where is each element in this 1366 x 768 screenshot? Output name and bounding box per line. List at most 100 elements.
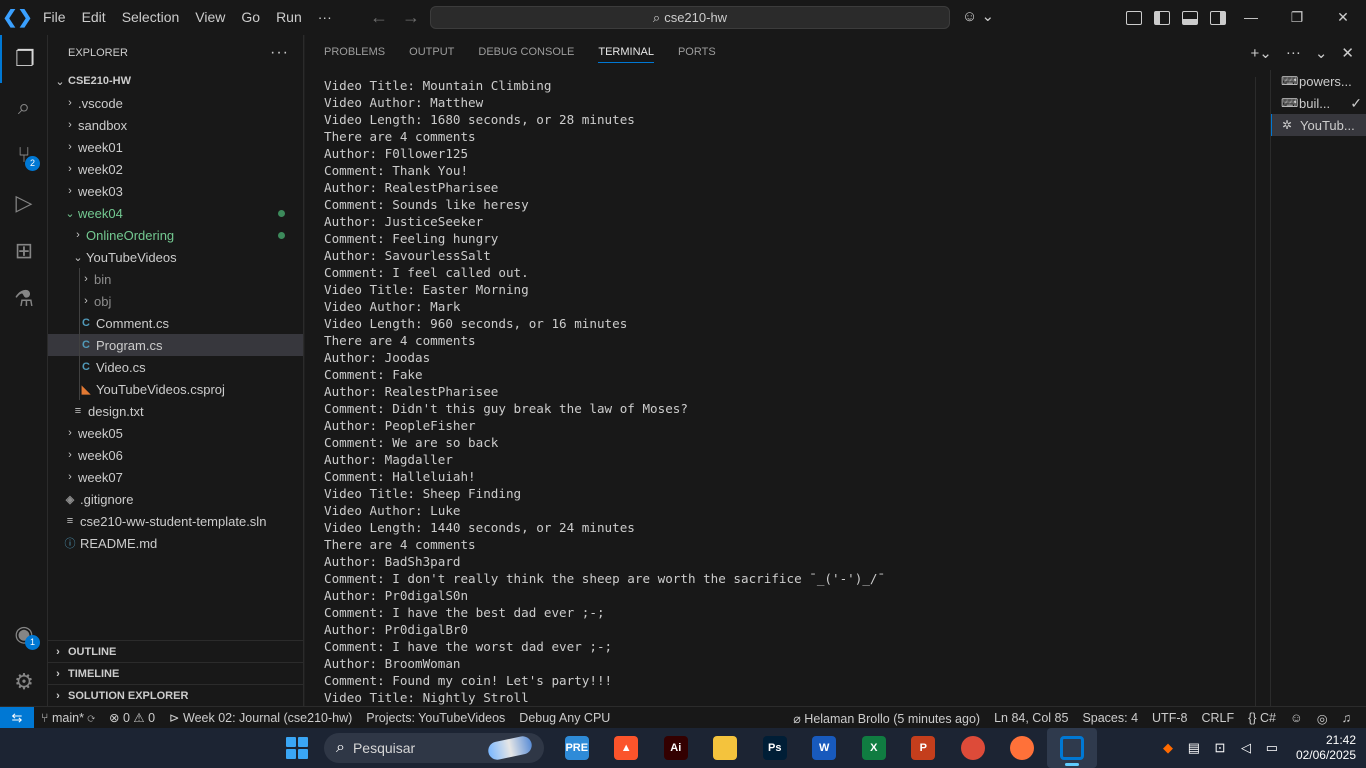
menu-file[interactable]: File bbox=[35, 0, 74, 35]
taskbar-app[interactable] bbox=[701, 728, 751, 768]
search-view-icon[interactable]: ⌕ bbox=[0, 83, 48, 131]
taskbar-app[interactable] bbox=[948, 728, 998, 768]
git-blame[interactable]: ⌀ Helaman Brollo (5 minutes ago) bbox=[786, 711, 987, 726]
taskbar-app[interactable]: PRE bbox=[552, 728, 602, 768]
tab-problems[interactable]: PROBLEMS bbox=[324, 35, 385, 70]
debug-config-status[interactable]: Debug Any CPU bbox=[512, 711, 617, 725]
tree-folder-youtubevideos[interactable]: ⌄ YouTubeVideos bbox=[48, 246, 303, 268]
terminal-tab-build[interactable]: ⌨ buil... ✓ bbox=[1271, 92, 1366, 114]
tree-folder-sandbox[interactable]: › sandbox bbox=[48, 114, 303, 136]
minimize-icon[interactable]: — bbox=[1228, 0, 1274, 35]
menu-more[interactable]: ··· bbox=[310, 0, 340, 35]
terminal-scrollbar[interactable] bbox=[1255, 77, 1256, 706]
explorer-icon[interactable]: ❐ bbox=[0, 35, 48, 83]
battery-icon[interactable]: ▭ bbox=[1264, 740, 1280, 756]
menu-run[interactable]: Run bbox=[268, 0, 310, 35]
menu-go[interactable]: Go bbox=[233, 0, 268, 35]
timeline-section[interactable]: › TIMELINE bbox=[48, 662, 304, 684]
extensions-icon[interactable]: ⊞ bbox=[0, 227, 48, 275]
copilot-status-icon[interactable]: ☺ bbox=[1283, 711, 1310, 725]
source-control-icon[interactable]: ⑂ 2 bbox=[0, 131, 48, 179]
tree-folder-week07[interactable]: › week07 bbox=[48, 466, 303, 488]
tree-file-design-txt[interactable]: ≡ design.txt bbox=[48, 400, 303, 422]
taskbar-app[interactable]: P bbox=[899, 728, 949, 768]
projects-status[interactable]: Projects: YouTubeVideos bbox=[359, 711, 512, 725]
tree-file-csproj[interactable]: ◣ YouTubeVideos.csproj bbox=[48, 378, 303, 400]
solution-explorer-section[interactable]: › SOLUTION EXPLORER bbox=[48, 684, 304, 706]
restore-icon[interactable]: ❐ bbox=[1274, 0, 1320, 35]
explorer-more-icon[interactable]: ··· bbox=[270, 44, 289, 62]
tree-file-gitignore[interactable]: ◈ .gitignore bbox=[48, 488, 303, 510]
toggle-panel-icon[interactable] bbox=[1182, 10, 1198, 25]
volume-icon[interactable]: ◁ bbox=[1238, 740, 1254, 756]
encoding[interactable]: UTF-8 bbox=[1145, 711, 1194, 725]
new-terminal-icon[interactable]: +⌄ bbox=[1251, 44, 1272, 62]
terminal-tab-youtube[interactable]: ✲ YouTub... bbox=[1271, 114, 1366, 136]
tree-folder-week05[interactable]: › week05 bbox=[48, 422, 303, 444]
tab-terminal[interactable]: TERMINAL bbox=[598, 35, 654, 70]
terminal-tab-powershell[interactable]: ⌨ powers... bbox=[1271, 70, 1366, 92]
tree-file-comment-cs[interactable]: C Comment.cs bbox=[48, 312, 303, 334]
taskbar-app[interactable]: W bbox=[800, 728, 850, 768]
indentation[interactable]: Spaces: 4 bbox=[1075, 711, 1145, 725]
menu-view[interactable]: View bbox=[187, 0, 233, 35]
tree-folder-week03[interactable]: › week03 bbox=[48, 180, 303, 202]
broadcast-icon[interactable]: ◎ bbox=[1310, 711, 1335, 726]
chevron-down-icon[interactable]: ⌄ bbox=[1315, 44, 1328, 62]
taskbar-app[interactable]: X bbox=[849, 728, 899, 768]
copilot-icon[interactable]: ☺ ⌄ bbox=[962, 7, 994, 25]
back-arrow-icon[interactable]: ← bbox=[370, 7, 388, 28]
tree-file-program-cs[interactable]: C Program.cs bbox=[48, 334, 303, 356]
network-icon[interactable]: ⊡ bbox=[1212, 740, 1228, 756]
taskbar-app[interactable]: Ai bbox=[651, 728, 701, 768]
tray-display-icon[interactable]: ▤ bbox=[1186, 740, 1202, 756]
tree-folder-obj[interactable]: › obj bbox=[48, 290, 303, 312]
tray-app-icon[interactable]: ◆ bbox=[1160, 740, 1176, 756]
tree-folder-week04[interactable]: ⌄ week04 bbox=[48, 202, 303, 224]
workspace-root[interactable]: ⌄ CSE210-HW bbox=[48, 70, 303, 92]
tree-folder-vscode[interactable]: › .vscode bbox=[48, 92, 303, 114]
more-actions-icon[interactable]: ··· bbox=[1286, 44, 1301, 61]
close-icon[interactable]: ✕ bbox=[1320, 0, 1366, 35]
windows-start-icon[interactable] bbox=[286, 737, 308, 759]
outline-section[interactable]: › OUTLINE bbox=[48, 640, 304, 662]
taskbar-app[interactable]: Ps bbox=[750, 728, 800, 768]
command-center-search[interactable]: ⌕ cse210-hw bbox=[430, 6, 950, 29]
remote-indicator-icon[interactable]: ⇆ bbox=[0, 706, 34, 729]
tree-folder-week06[interactable]: › week06 bbox=[48, 444, 303, 466]
tree-folder-week02[interactable]: › week02 bbox=[48, 158, 303, 180]
menu-edit[interactable]: Edit bbox=[74, 0, 114, 35]
language-mode[interactable]: {} C# bbox=[1241, 711, 1283, 725]
tab-ports[interactable]: PORTS bbox=[678, 35, 716, 70]
problems-indicator[interactable]: ⊗ 0 ⚠ 0 bbox=[102, 710, 162, 725]
tree-file-readme[interactable]: ⓘ README.md bbox=[48, 532, 303, 554]
notifications-bell-icon[interactable]: ♫ bbox=[1335, 711, 1358, 725]
tree-file-video-cs[interactable]: C Video.cs bbox=[48, 356, 303, 378]
customize-layout-icon[interactable] bbox=[1126, 10, 1142, 25]
settings-gear-icon[interactable]: ⚙ bbox=[0, 658, 48, 706]
menu-selection[interactable]: Selection bbox=[114, 0, 188, 35]
testing-icon[interactable]: ⚗ bbox=[0, 275, 48, 323]
taskbar-app[interactable]: ▲ bbox=[602, 728, 652, 768]
launch-config[interactable]: ⊳ Week 02: Journal (cse210-hw) bbox=[162, 710, 359, 725]
toggle-secondary-sidebar-icon[interactable] bbox=[1210, 10, 1226, 25]
tree-folder-week01[interactable]: › week01 bbox=[48, 136, 303, 158]
run-debug-icon[interactable]: ▷ bbox=[0, 179, 48, 227]
tree-file-sln[interactable]: ≡ cse210-ww-student-template.sln bbox=[48, 510, 303, 532]
tab-output[interactable]: OUTPUT bbox=[409, 35, 454, 70]
terminal-output[interactable]: Video Title: Mountain Climbing Video Auth… bbox=[324, 77, 1254, 706]
toggle-primary-sidebar-icon[interactable] bbox=[1154, 10, 1170, 25]
cursor-position[interactable]: Ln 84, Col 85 bbox=[987, 711, 1075, 725]
forward-arrow-icon[interactable]: → bbox=[402, 7, 420, 28]
tree-folder-onlineordering[interactable]: › OnlineOrdering bbox=[48, 224, 303, 246]
taskbar-app[interactable] bbox=[998, 728, 1048, 768]
branch-indicator[interactable]: ⑂ main* ⟳ bbox=[34, 711, 102, 725]
taskbar-app[interactable] bbox=[1047, 728, 1097, 768]
close-panel-icon[interactable]: ✕ bbox=[1341, 44, 1354, 62]
tree-folder-bin[interactable]: › bin bbox=[48, 268, 303, 290]
tab-debug-console[interactable]: DEBUG CONSOLE bbox=[478, 35, 574, 70]
accounts-icon[interactable]: ◉ 1 bbox=[0, 610, 48, 658]
taskbar-search[interactable]: ⌕ Pesquisar bbox=[324, 733, 544, 763]
end-of-line[interactable]: CRLF bbox=[1194, 711, 1241, 725]
taskbar-clock[interactable]: 21:42 02/06/2025 bbox=[1296, 733, 1356, 763]
